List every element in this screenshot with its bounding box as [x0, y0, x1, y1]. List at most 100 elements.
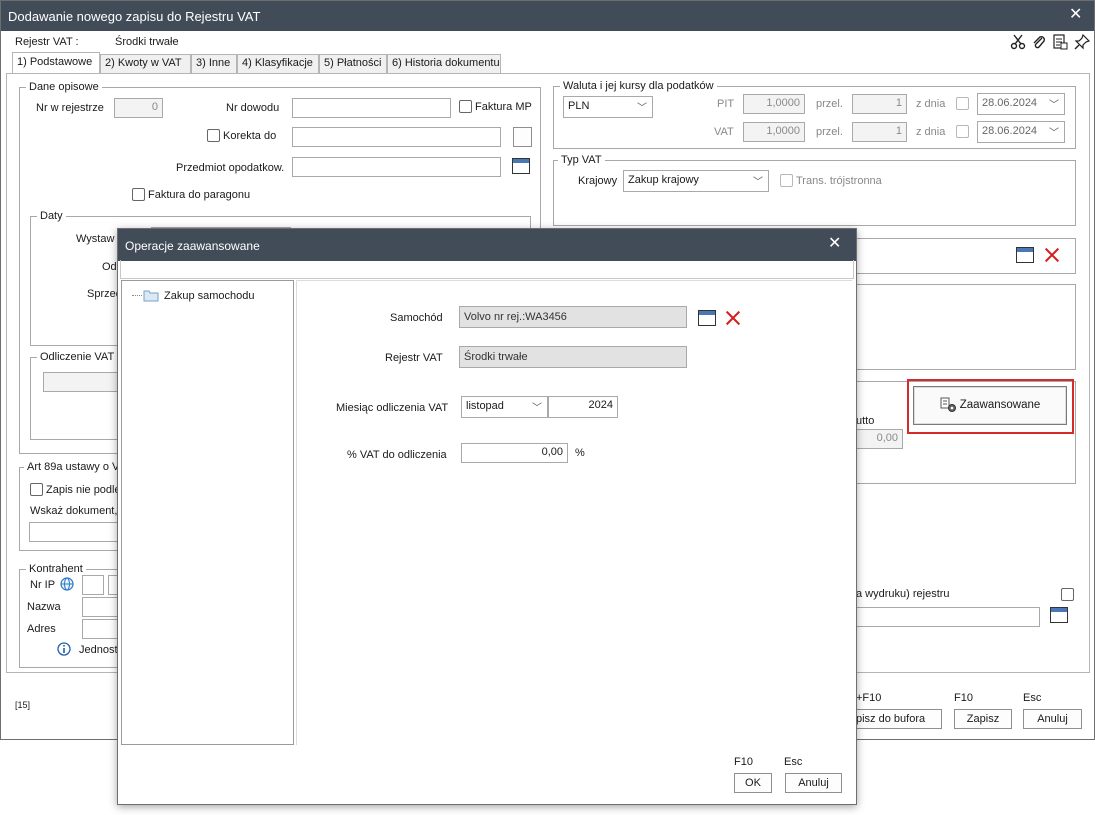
- zaawansowane-button[interactable]: Zaawansowane: [913, 386, 1067, 425]
- dlg-rejestr-input[interactable]: Środki trwałe: [459, 346, 687, 368]
- krajowy-select[interactable]: Zakup krajowy ﹀: [623, 170, 769, 192]
- samochod-window-icon[interactable]: [697, 308, 717, 328]
- wystaw-label: Wystaw: [76, 233, 115, 245]
- zapisz-bufor-label: pisz do bufora: [856, 713, 926, 725]
- dlg-rejestr-label: Rejestr VAT: [385, 352, 443, 364]
- nr-dowodu-label: Nr dowodu: [226, 102, 280, 114]
- currency-value: PLN: [568, 100, 590, 112]
- korekta-label: Korekta do: [223, 130, 277, 142]
- dialog-close-icon[interactable]: ✕: [828, 236, 841, 252]
- nrip-prefix-input[interactable]: [82, 575, 104, 595]
- rejestr-value: Środki trwałe: [115, 36, 179, 48]
- vat-przel-input[interactable]: 1: [852, 122, 907, 142]
- currency-select[interactable]: PLN ﹀: [563, 96, 653, 118]
- ok-hint: F10: [734, 756, 753, 768]
- vat-label: VAT: [714, 126, 734, 138]
- miesiac-label: Miesiąc odliczenia VAT: [336, 402, 449, 414]
- vat-rate-input[interactable]: 1,0000: [743, 122, 805, 142]
- daty-legend: Daty: [37, 210, 66, 222]
- waluta-legend: Waluta i jej kursy dla podatków: [560, 80, 717, 92]
- chevron-down-icon: ﹀: [753, 177, 763, 188]
- scissors-icon[interactable]: [1010, 34, 1026, 50]
- bufor-hint: +F10: [856, 692, 882, 704]
- korekta-select-button[interactable]: [513, 127, 532, 147]
- pit-label: PIT: [717, 98, 735, 110]
- ok-button[interactable]: OK: [734, 773, 772, 793]
- tab-platnosci[interactable]: 5) Płatności: [319, 54, 387, 73]
- cancel-hint: Esc: [784, 756, 803, 768]
- chevron-down-icon: ﹀: [637, 103, 647, 114]
- trans-checkbox[interactable]: [780, 174, 793, 187]
- cancel-button[interactable]: Anuluj: [785, 773, 842, 793]
- zapisz-bufor-button[interactable]: pisz do bufora: [856, 709, 942, 729]
- proc-label: % VAT do odliczenia: [347, 449, 447, 461]
- wydruk-checkbox[interactable]: [1061, 588, 1074, 601]
- zapisz-button[interactable]: Zapisz: [954, 709, 1012, 729]
- nr-dowodu-input[interactable]: [292, 98, 451, 118]
- tree-item-zakup[interactable]: Zakup samochodu: [164, 290, 255, 302]
- tab-klasyfikacje[interactable]: 4) Klasyfikacje: [237, 54, 319, 73]
- document-icon[interactable]: [1052, 34, 1068, 50]
- krajowy-value: Zakup krajowy: [628, 174, 699, 186]
- brutto-input[interactable]: 0,00: [856, 429, 903, 449]
- samochod-label: Samochód: [390, 312, 443, 324]
- pit-zdnia-label: z dnia: [916, 98, 946, 110]
- tree-panel: [121, 280, 294, 745]
- right-window-icon[interactable]: [1015, 245, 1035, 265]
- pin-icon[interactable]: [1074, 34, 1090, 50]
- paragon-checkbox[interactable]: [132, 188, 145, 201]
- pit-date-select[interactable]: 28.06.2024 ﹀: [977, 93, 1065, 115]
- wydruk-input[interactable]: [856, 607, 1040, 627]
- pit-rate-input[interactable]: 1,0000: [743, 94, 805, 114]
- pit-przel-input[interactable]: 1: [852, 94, 907, 114]
- info-icon[interactable]: [57, 642, 71, 656]
- tab-podstawowe[interactable]: 1) Podstawowe: [12, 52, 100, 73]
- pit-date-checkbox[interactable]: [956, 97, 969, 110]
- paperclip-icon[interactable]: [1031, 34, 1047, 50]
- samochod-input[interactable]: Volvo nr rej.:WA3456: [459, 306, 687, 328]
- anuluj-hint: Esc: [1023, 692, 1042, 704]
- zapis-checkbox[interactable]: [30, 483, 43, 496]
- chevron-down-icon: ﹀: [532, 403, 542, 414]
- faktura-mp-checkbox[interactable]: [459, 100, 472, 113]
- proc-input[interactable]: 0,00: [461, 443, 568, 463]
- adres-input[interactable]: [82, 619, 122, 639]
- jednost-label: Jednost: [79, 644, 118, 656]
- nrip-label: Nr IP: [30, 579, 56, 591]
- nr-rejestr-label: Nr w rejestrze: [36, 102, 104, 114]
- globe-icon[interactable]: [60, 577, 74, 591]
- trans-label: Trans. trójstronna: [796, 175, 882, 187]
- nr-rejestr-input[interactable]: 0: [114, 98, 163, 118]
- tab-kwoty[interactable]: 2) Kwoty w VAT: [100, 54, 191, 73]
- art89a-legend: Art 89a ustawy o V: [24, 461, 123, 473]
- tab-historia[interactable]: 6) Historia dokumentu: [387, 54, 501, 73]
- folder-icon: [143, 290, 159, 302]
- anuluj-button[interactable]: Anuluj: [1023, 709, 1082, 729]
- miesiac-select[interactable]: listopad ﹀: [461, 396, 548, 418]
- samochod-delete-icon[interactable]: [723, 308, 743, 328]
- zaawansowane-label: Zaawansowane: [959, 399, 1041, 411]
- nazwa-input[interactable]: [82, 597, 122, 617]
- adres-label: Adres: [27, 623, 56, 635]
- faktura-mp-label: Faktura MP: [475, 101, 532, 113]
- przedmiot-input[interactable]: [292, 157, 501, 177]
- wydruk-window-icon[interactable]: [1049, 605, 1069, 625]
- advanced-dialog: Operacje zaawansowane ✕ Zakup samochodu …: [117, 228, 857, 805]
- korekta-checkbox[interactable]: [207, 129, 220, 142]
- dialog-titlebar: Operacje zaawansowane ✕: [118, 229, 856, 261]
- vat-date-select[interactable]: 28.06.2024 ﹀: [977, 121, 1065, 143]
- year-input[interactable]: 2024: [548, 396, 618, 418]
- przedmiot-window-icon[interactable]: [511, 156, 531, 176]
- chevron-down-icon: ﹀: [1049, 100, 1059, 111]
- korekta-input[interactable]: [292, 127, 501, 147]
- close-icon[interactable]: ✕: [1069, 7, 1082, 23]
- tab-inne[interactable]: 3) Inne: [191, 54, 237, 73]
- miesiac-value: listopad: [466, 400, 504, 412]
- pit-date-value: 28.06.2024: [982, 97, 1038, 109]
- vat-date-checkbox[interactable]: [956, 125, 969, 138]
- krajowy-label: Krajowy: [578, 175, 618, 187]
- wskaz-input[interactable]: [29, 522, 129, 542]
- nazwa-label: Nazwa: [27, 601, 61, 613]
- right-delete-icon[interactable]: [1042, 245, 1062, 265]
- kontrahent-legend: Kontrahent: [26, 563, 86, 575]
